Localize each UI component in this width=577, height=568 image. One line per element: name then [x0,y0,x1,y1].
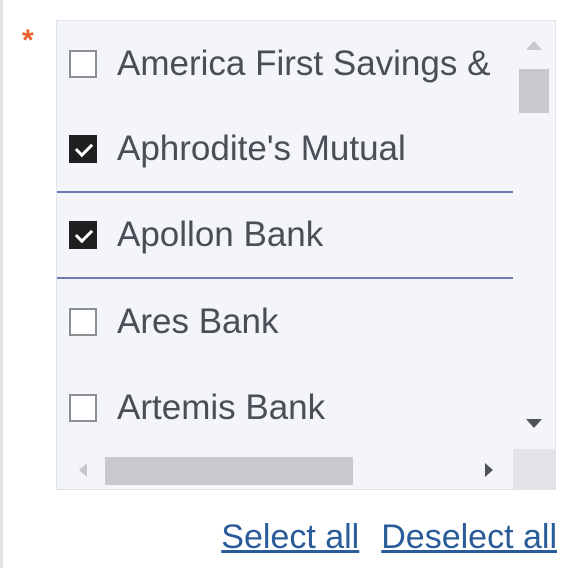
field-left-border [0,0,3,568]
checkbox-unchecked-icon[interactable] [69,50,97,78]
select-all-link[interactable]: Select all [221,518,359,557]
list-item[interactable]: Ares Bank [57,279,515,365]
list-viewport: America First Savings & Aphrodite's Mutu… [57,21,515,451]
list-item[interactable]: Artemis Bank [57,365,515,451]
checkbox-checked-icon[interactable] [69,135,97,163]
checkbox-unchecked-icon[interactable] [69,394,97,422]
selection-actions: Select all Deselect all [221,518,557,557]
scrollbar-corner [513,449,555,489]
list-item-label: Apollon Bank [117,215,324,254]
scroll-down-arrow-icon[interactable] [526,419,542,428]
scroll-left-arrow-icon[interactable] [79,463,87,477]
required-asterisk: * [22,24,34,57]
scroll-right-arrow-icon[interactable] [485,463,493,477]
list-item-label: Ares Bank [117,302,279,341]
list-item[interactable]: Aphrodite's Mutual [57,107,515,193]
checkbox-checked-icon[interactable] [69,221,97,249]
horizontal-scroll-thumb[interactable] [105,457,353,485]
list-item[interactable]: America First Savings & [57,21,515,107]
list-item-label: Artemis Bank [117,388,326,427]
list-item[interactable]: Apollon Bank [57,193,515,279]
bank-multiselect-listbox[interactable]: America First Savings & Aphrodite's Mutu… [56,20,556,490]
list-item-label: Aphrodite's Mutual [117,129,406,168]
deselect-all-link[interactable]: Deselect all [381,518,557,557]
horizontal-scrollbar[interactable] [57,449,515,489]
checkbox-unchecked-icon[interactable] [69,308,97,336]
list-item-label: America First Savings & [117,44,491,83]
vertical-scroll-thumb[interactable] [519,69,549,113]
vertical-scrollbar[interactable] [513,21,555,451]
scroll-up-arrow-icon[interactable] [526,41,542,50]
